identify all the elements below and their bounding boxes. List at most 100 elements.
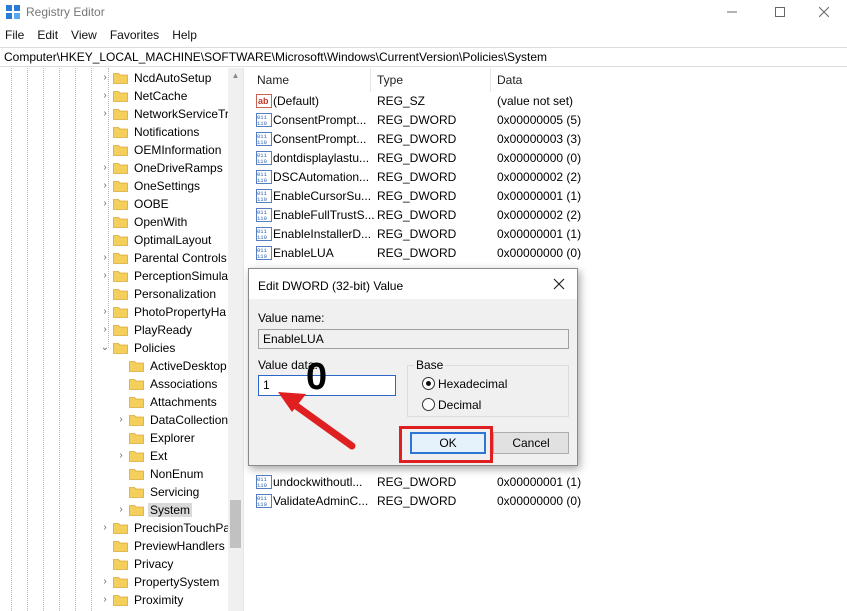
tree-item[interactable]: › Ext — [119, 447, 169, 465]
chevron-right-icon[interactable]: › — [100, 307, 110, 317]
svg-text:110: 110 — [257, 177, 267, 184]
chevron-right-icon[interactable]: › — [100, 91, 110, 101]
list-row[interactable]: 011 110 ValidateAdminC... REG_DWORD 0x000000… — [250, 492, 847, 511]
list-row[interactable]: 011 110 EnableCursorSu... REG_DWORD 0x000000… — [250, 187, 847, 206]
menu-favorites[interactable]: Favorites — [105, 26, 164, 46]
chevron-right-icon[interactable]: › — [100, 109, 110, 119]
tree-item[interactable]: › OOBE — [103, 195, 171, 213]
svg-text:110: 110 — [257, 253, 267, 260]
chevron-right-icon[interactable]: › — [116, 505, 126, 515]
value-name-cell: (Default) — [273, 94, 320, 108]
tree-item[interactable]: ⌄ Policies — [101, 339, 177, 357]
tree-item[interactable]: › PrecisionTouchPa — [103, 519, 232, 537]
tree-item[interactable]: Personalization — [113, 285, 218, 303]
tree-item[interactable]: › NetCache — [103, 87, 189, 105]
tree-item[interactable]: › OneDriveRamps — [103, 159, 225, 177]
column-name[interactable]: Name — [257, 73, 289, 87]
chevron-right-icon[interactable]: › — [100, 595, 110, 605]
tree-item[interactable]: Attachments — [129, 393, 219, 411]
chevron-right-icon[interactable]: › — [100, 577, 110, 587]
list-row[interactable]: 011 110 EnableInstallerD... REG_DWORD 0x0000… — [250, 225, 847, 244]
tree-item[interactable]: Explorer — [129, 429, 197, 447]
value-name-label: Value name: — [258, 311, 325, 325]
tree-item[interactable]: › DataCollection — [119, 411, 230, 429]
chevron-right-icon[interactable]: › — [100, 325, 110, 335]
tree-item[interactable]: Privacy — [113, 555, 175, 573]
tree-item-label: PreviewHandlers — [134, 539, 225, 553]
tree-item[interactable]: PreviewHandlers — [113, 537, 227, 555]
folder-icon — [129, 379, 144, 390]
maximize-button[interactable] — [757, 0, 803, 24]
folder-icon — [113, 559, 128, 570]
chevron-right-icon[interactable]: › — [100, 73, 110, 83]
tree-item[interactable]: Notifications — [113, 123, 201, 141]
menu-edit[interactable]: Edit — [32, 26, 63, 46]
tree-item[interactable]: › NcdAutoSetup — [103, 69, 213, 87]
tree-item[interactable]: › System — [119, 501, 193, 519]
list-row[interactable]: 011 110 EnableLUA REG_DWORD 0x00000000 (0) — [250, 244, 847, 263]
dialog-close-icon[interactable] — [552, 277, 566, 291]
hexadecimal-radio[interactable] — [422, 377, 435, 390]
list-row[interactable]: 011 110 EnableFullTrustS... REG_DWORD 0x0000… — [250, 206, 847, 225]
column-separator[interactable] — [370, 68, 371, 92]
tree-item[interactable]: › Parental Controls — [103, 249, 229, 267]
value-name-cell: ValidateAdminC... — [273, 494, 369, 508]
close-button[interactable] — [801, 0, 847, 24]
value-type-cell: REG_DWORD — [377, 189, 457, 203]
minimize-button[interactable] — [709, 0, 755, 24]
menu-file[interactable]: File — [0, 26, 29, 46]
cancel-button[interactable]: Cancel — [493, 432, 569, 454]
chevron-down-icon[interactable]: ⌄ — [100, 343, 110, 353]
registry-tree[interactable]: › NcdAutoSetup › NetCache › NetworkServiceTr N… — [0, 68, 243, 611]
chevron-right-icon[interactable]: › — [100, 271, 110, 281]
tree-item[interactable]: › OneSettings — [103, 177, 202, 195]
chevron-right-icon[interactable]: › — [116, 451, 126, 461]
value-type-cell: REG_DWORD — [377, 475, 457, 489]
address-bar[interactable]: Computer\HKEY_LOCAL_MACHINE\SOFTWARE\Mic… — [0, 47, 847, 67]
list-row[interactable]: 011 110 ConsentPrompt... REG_DWORD 0x0000000… — [250, 111, 847, 130]
decimal-radio[interactable] — [422, 398, 435, 411]
folder-icon — [113, 595, 128, 606]
tree-item[interactable]: OpenWith — [113, 213, 189, 231]
menu-view[interactable]: View — [66, 26, 102, 46]
chevron-right-icon[interactable]: › — [100, 181, 110, 191]
svg-text:110: 110 — [257, 158, 267, 165]
tree-item[interactable]: NonEnum — [129, 465, 205, 483]
tree-item[interactable]: › Proximity — [103, 591, 185, 609]
tree-item[interactable]: › PropertySystem — [103, 573, 221, 591]
menu-help[interactable]: Help — [167, 26, 202, 46]
chevron-right-icon[interactable]: › — [100, 253, 110, 263]
list-row[interactable]: ab (Default) REG_SZ (value not set) — [250, 92, 847, 111]
list-row[interactable]: 011 110 undockwithoutl... REG_DWORD 0x000000… — [250, 473, 847, 492]
svg-text:110: 110 — [257, 234, 267, 241]
list-row[interactable]: 011 110 DSCAutomation... REG_DWORD 0x0000000… — [250, 168, 847, 187]
value-data-cell: 0x00000001 (1) — [497, 189, 582, 203]
chevron-right-icon[interactable]: › — [100, 199, 110, 209]
decimal-label[interactable]: Decimal — [438, 398, 481, 412]
tree-item[interactable]: Associations — [129, 375, 219, 393]
tree-item[interactable]: › PhotoPropertyHa — [103, 303, 228, 321]
tree-item[interactable]: Servicing — [129, 483, 201, 501]
chevron-right-icon[interactable]: › — [100, 163, 110, 173]
value-data-input[interactable]: 1 — [258, 375, 396, 396]
chevron-right-icon[interactable]: › — [100, 523, 110, 533]
chevron-right-icon[interactable]: › — [116, 415, 126, 425]
list-row[interactable]: 011 110 ConsentPrompt... REG_DWORD 0x0000000… — [250, 130, 847, 149]
scroll-thumb[interactable] — [230, 500, 241, 548]
column-separator[interactable] — [490, 68, 491, 92]
tree-item[interactable]: OptimalLayout — [113, 231, 213, 249]
hexadecimal-label[interactable]: Hexadecimal — [438, 377, 507, 391]
tree-item[interactable]: › PlayReady — [103, 321, 194, 339]
column-type[interactable]: Type — [377, 73, 403, 87]
tree-item[interactable]: OEMInformation — [113, 141, 223, 159]
column-data[interactable]: Data — [497, 73, 522, 87]
tree-item[interactable]: › NetworkServiceTr — [103, 105, 231, 123]
tree-scrollbar[interactable]: ▲ — [228, 68, 243, 611]
tree-item[interactable]: ActiveDesktop — [129, 357, 229, 375]
list-row[interactable]: 011 110 dontdisplaylastu... REG_DWORD 0x0000… — [250, 149, 847, 168]
value-name-cell: undockwithoutl... — [273, 475, 363, 489]
scroll-up-arrow-icon[interactable]: ▲ — [228, 68, 243, 84]
close-icon — [819, 7, 829, 17]
tree-item-label: PhotoPropertyHa — [134, 305, 227, 319]
tree-item[interactable]: › PerceptionSimula — [103, 267, 230, 285]
